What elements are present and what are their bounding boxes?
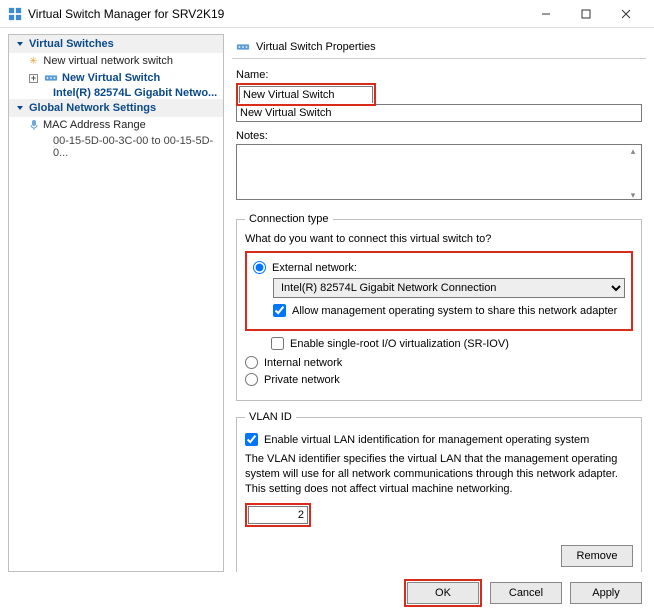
close-button[interactable] [606, 0, 646, 28]
external-network-radio-row[interactable]: External network: [253, 261, 625, 274]
tree-item-label: MAC Address Range [43, 119, 146, 131]
name-input[interactable] [239, 86, 373, 103]
sriov-label: Enable single-root I/O virtualization (S… [290, 338, 509, 350]
scrollbar[interactable]: ▴▾ [626, 146, 640, 201]
sidebar-item-mac-range[interactable]: MAC Address Range [9, 117, 223, 133]
dialog-footer: OK Cancel Apply [0, 578, 654, 613]
internal-network-radio-row[interactable]: Internal network [245, 356, 633, 369]
vlan-legend: VLAN ID [245, 411, 296, 423]
remove-button[interactable]: Remove [561, 545, 633, 567]
adapter-select[interactable]: Intel(R) 82574L Gigabit Network Connecti… [273, 278, 625, 298]
ok-button[interactable]: OK [407, 582, 479, 604]
internal-network-radio[interactable] [245, 356, 258, 369]
chevron-down-icon [15, 39, 25, 49]
sidebar-item-new-virtual-switch[interactable]: + New Virtual Switch [9, 69, 223, 87]
external-network-label: External network: [272, 262, 357, 274]
sidebar-item-adapter[interactable]: Intel(R) 82574L Gigabit Netwo... [9, 87, 223, 99]
tree-item-label: New virtual network switch [43, 55, 173, 67]
connection-question: What do you want to connect this virtual… [245, 233, 633, 245]
network-switch-icon [44, 71, 58, 85]
minimize-button[interactable] [526, 0, 566, 28]
sriov-checkbox[interactable] [271, 337, 284, 350]
scroll-down-icon[interactable]: ▾ [626, 190, 640, 201]
private-network-radio[interactable] [245, 373, 258, 386]
sidebar: Virtual Switches New virtual network swi… [8, 34, 224, 572]
vlan-group: VLAN ID Enable virtual LAN identificatio… [236, 411, 642, 572]
external-network-radio[interactable] [253, 261, 266, 274]
chevron-down-icon [15, 103, 25, 113]
vlan-enable-row[interactable]: Enable virtual LAN identification for ma… [245, 433, 633, 446]
allow-mgmt-row[interactable]: Allow management operating system to sha… [273, 304, 625, 317]
apply-button[interactable]: Apply [570, 582, 642, 604]
global-settings-label: Global Network Settings [29, 102, 156, 114]
maximize-button[interactable] [566, 0, 606, 28]
notes-textarea[interactable] [236, 144, 642, 200]
app-icon [8, 7, 22, 21]
connection-type-group: Connection type What do you want to conn… [236, 213, 642, 401]
name-input-full[interactable] [236, 104, 642, 122]
allow-mgmt-label: Allow management operating system to sha… [292, 305, 617, 317]
allow-mgmt-checkbox[interactable] [273, 304, 286, 317]
cancel-button[interactable]: Cancel [490, 582, 562, 604]
vlan-enable-label: Enable virtual LAN identification for ma… [264, 434, 589, 446]
virtual-switches-header[interactable]: Virtual Switches [9, 35, 223, 53]
mac-range-value: 00-15-5D-00-3C-00 to 00-15-5D-0... [9, 133, 223, 161]
network-switch-icon [236, 40, 250, 54]
tree-item-label: New Virtual Switch [62, 72, 160, 84]
private-network-label: Private network [264, 374, 340, 386]
name-label: Name: [236, 69, 642, 81]
panel-header: Virtual Switch Properties [232, 34, 646, 59]
mac-range-icon [29, 119, 39, 131]
notes-label: Notes: [236, 130, 642, 142]
connection-type-legend: Connection type [245, 213, 333, 225]
vlan-description: The VLAN identifier specifies the virtua… [245, 452, 633, 497]
sriov-row[interactable]: Enable single-root I/O virtualization (S… [251, 337, 633, 350]
vlan-enable-checkbox[interactable] [245, 433, 258, 446]
window-title: Virtual Switch Manager for SRV2K19 [28, 7, 526, 21]
new-virtual-network-switch-action[interactable]: New virtual network switch [9, 53, 223, 69]
scroll-up-icon[interactable]: ▴ [626, 146, 640, 157]
private-network-radio-row[interactable]: Private network [245, 373, 633, 386]
virtual-switches-label: Virtual Switches [29, 38, 114, 50]
panel-title: Virtual Switch Properties [256, 41, 376, 53]
internal-network-label: Internal network [264, 357, 342, 369]
global-network-settings-header[interactable]: Global Network Settings [9, 99, 223, 117]
title-bar: Virtual Switch Manager for SRV2K19 [0, 0, 654, 28]
vlan-id-input[interactable] [248, 506, 308, 524]
expand-icon[interactable]: + [29, 74, 38, 83]
